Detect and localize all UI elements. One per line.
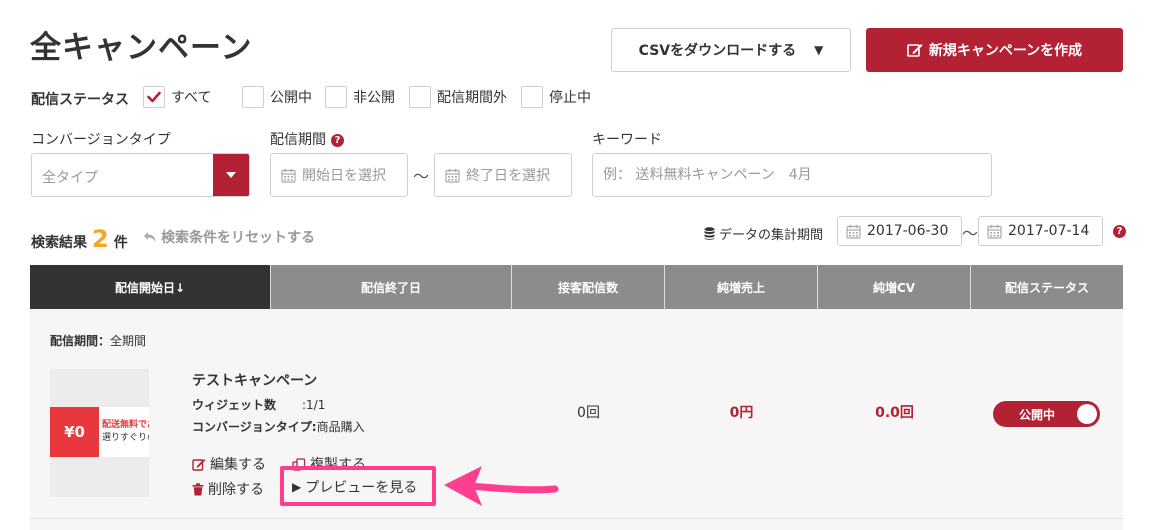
- status-toggle[interactable]: 公開中: [993, 401, 1100, 427]
- checkbox-label: すべて: [171, 90, 212, 106]
- preview-link[interactable]: ▶ プレビューを見る: [292, 477, 417, 497]
- status-checkbox-private[interactable]: 非公開: [325, 86, 395, 108]
- row-period: 配信期間：全期間: [50, 332, 146, 349]
- thumbnail-line1: 配送無料でお…: [102, 420, 149, 430]
- checkbox-box[interactable]: [521, 86, 543, 108]
- conversion-type-key: コンバージョンタイプ:: [192, 420, 317, 434]
- results-label: 検索結果: [31, 235, 87, 251]
- checkbox-box[interactable]: [242, 86, 264, 108]
- period-separator: 〜: [962, 224, 979, 243]
- annotation-arrow-icon: [444, 466, 559, 506]
- row-period-key: 配信期間：: [50, 334, 111, 348]
- truck-yen-icon: ¥0: [50, 407, 99, 457]
- column-header-sales[interactable]: 純増売上: [665, 265, 818, 309]
- calendar-icon: [987, 224, 1002, 239]
- checkbox-label: 停止中: [549, 90, 591, 106]
- trash-icon: [192, 482, 204, 495]
- chevron-down-icon[interactable]: [213, 154, 249, 196]
- checkbox-label: 配信期間外: [437, 90, 507, 106]
- thumbnail-text: 配送無料でお… 選りすぐりの…: [99, 419, 149, 445]
- csv-download-dropdown[interactable]: CSVをダウンロードする ▼: [611, 28, 851, 72]
- thumbnail-badge-text: ¥0: [64, 423, 85, 441]
- column-header-end-date[interactable]: 配信終了日: [271, 265, 512, 309]
- period-start-value: 2017-06-30: [867, 223, 949, 239]
- create-campaign-button[interactable]: 新規キャンペーンを作成: [866, 28, 1123, 72]
- column-header-status[interactable]: 配信ステータス: [971, 265, 1123, 309]
- keyword-input[interactable]: [592, 153, 992, 197]
- status-checkbox-public[interactable]: 公開中: [242, 86, 312, 108]
- aggregation-period-text: データの集計期間: [719, 228, 824, 243]
- aggregation-period-label: データの集計期間: [704, 224, 823, 243]
- date-range-separator: 〜: [413, 167, 430, 186]
- end-date-placeholder: 終了日を選択: [466, 168, 550, 184]
- widget-count: ウィジェット数 :1/1: [192, 396, 325, 413]
- help-icon[interactable]: ?: [331, 134, 344, 147]
- conversion-type-cell: 商品購入: [316, 420, 365, 434]
- widget-count-key: ウィジェット数: [192, 398, 277, 412]
- toggle-knob: [1077, 404, 1097, 424]
- start-date-input[interactable]: 開始日を選択: [270, 153, 408, 197]
- page-title: 全キャンペーン: [30, 30, 253, 66]
- end-date-input[interactable]: 終了日を選択: [434, 153, 572, 197]
- period-start-input[interactable]: 2017-06-30: [837, 216, 962, 246]
- conversion-type-value: 全タイプ: [42, 170, 98, 186]
- checkbox-label: 非公開: [353, 90, 395, 106]
- calendar-icon: [445, 168, 460, 183]
- thumbnail-banner: ¥0 配送無料でお… 選りすぐりの…: [50, 407, 149, 457]
- play-icon: ▶: [292, 480, 302, 494]
- calendar-icon: [281, 168, 296, 183]
- status-checkbox-out-of-period[interactable]: 配信期間外: [409, 86, 507, 108]
- preview-label: プレビューを見る: [305, 480, 418, 496]
- checkbox-box[interactable]: [143, 86, 165, 108]
- delivery-period-text: 配信期間: [270, 132, 326, 148]
- checkbox-box[interactable]: [409, 86, 431, 108]
- checkbox-box[interactable]: [325, 86, 347, 108]
- keyword-label: キーワード: [592, 132, 662, 148]
- column-header-deliveries[interactable]: 接客配信数: [512, 265, 665, 309]
- start-date-placeholder: 開始日を選択: [302, 168, 386, 184]
- period-end-value: 2017-07-14: [1008, 223, 1090, 239]
- row-period-value: 全期間: [110, 334, 147, 348]
- conversion-type: コンバージョンタイプ:商品購入: [192, 418, 365, 435]
- caret-down-icon: ▼: [814, 43, 824, 57]
- conversion-type-label: コンバージョンタイプ: [31, 132, 171, 148]
- create-campaign-label: 新規キャンペーンを作成: [928, 43, 1083, 59]
- thumbnail-line2: 選りすぐりの…: [102, 433, 149, 443]
- results-summary: 検索結果 2 件: [31, 225, 128, 253]
- status-toggle-label: 公開中: [1019, 407, 1056, 422]
- row-divider: [30, 518, 1123, 519]
- status-checkbox-stopped[interactable]: 停止中: [521, 86, 591, 108]
- status-filter-label: 配信ステータス: [31, 92, 129, 108]
- aggregation-help-icon[interactable]: ?: [1113, 225, 1126, 238]
- edit-icon: [907, 44, 923, 57]
- deliveries-cell: 0回: [577, 405, 600, 421]
- column-header-start-date[interactable]: 配信開始日↓: [30, 265, 271, 309]
- status-checkbox-all[interactable]: すべて: [143, 86, 211, 108]
- undo-icon: [144, 232, 156, 242]
- csv-download-label: CSVをダウンロードする: [638, 43, 797, 59]
- edit-link[interactable]: 編集する: [192, 454, 266, 474]
- reset-filters-link[interactable]: 検索条件をリセットする: [143, 227, 315, 247]
- database-icon: [704, 227, 715, 240]
- reset-filters-label: 検索条件をリセットする: [161, 230, 315, 246]
- edit-icon: [192, 458, 206, 471]
- delete-label: 削除する: [208, 482, 264, 498]
- delivery-period-label: 配信期間?: [270, 129, 344, 149]
- conversion-type-select[interactable]: 全タイプ: [31, 153, 250, 197]
- checkmark-icon: [147, 91, 161, 103]
- widget-count-value: :1/1: [302, 398, 326, 412]
- edit-label: 編集する: [210, 457, 266, 473]
- results-unit: 件: [113, 235, 128, 251]
- checkbox-label: 公開中: [270, 90, 312, 106]
- calendar-icon: [846, 224, 861, 239]
- period-end-input[interactable]: 2017-07-14: [978, 216, 1103, 246]
- column-header-cv[interactable]: 純増CV: [818, 265, 971, 309]
- sales-cell: 0円: [729, 405, 754, 421]
- cv-cell: 0.0回: [875, 405, 914, 421]
- delete-link[interactable]: 削除する: [192, 479, 264, 499]
- campaign-name[interactable]: テストキャンペーン: [192, 370, 317, 390]
- results-count: 2: [92, 225, 109, 253]
